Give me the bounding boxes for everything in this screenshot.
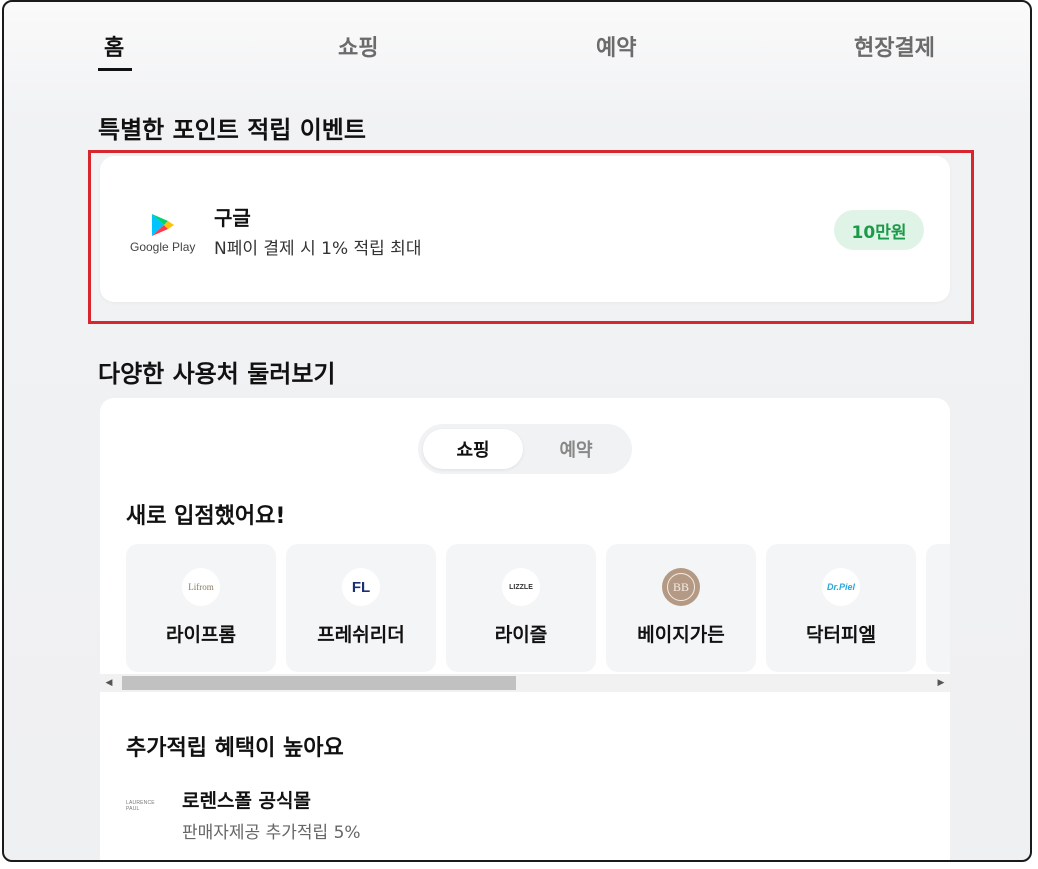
store-name: 베이지가든	[637, 624, 725, 646]
new-stores-title: 새로 입점했어요!	[126, 504, 286, 529]
store-card-partial[interactable]	[926, 544, 950, 672]
store-logo: LIZZLE	[502, 568, 540, 606]
scroll-right-arrow-icon[interactable]: ▶	[932, 674, 950, 692]
top-tabs: 홈 쇼핑 예약 현장결제	[4, 30, 1030, 74]
scroll-left-arrow-icon[interactable]: ◀	[100, 674, 118, 692]
benefit-store-name[interactable]: 로렌스폴 공식몰	[182, 786, 311, 813]
active-tab-indicator	[98, 68, 132, 71]
horizontal-scrollbar[interactable]: ◀ ▶	[100, 674, 950, 692]
highlight-box	[88, 150, 974, 324]
places-panel: 쇼핑 예약 새로 입점했어요! Lifrom 라이프롬 FL 프레쉬리더 LIZ…	[100, 398, 950, 860]
store-name: 라이프롬	[166, 624, 236, 646]
places-section-title: 다양한 사용처 둘러보기	[98, 360, 336, 388]
app-window: 홈 쇼핑 예약 현장결제 특별한 포인트 적립 이벤트 Google Play …	[2, 0, 1032, 862]
store-name: 프레쉬리더	[317, 624, 405, 646]
tab-home[interactable]: 홈	[104, 30, 124, 62]
store-card[interactable]: LIZZLE 라이즐	[446, 544, 596, 672]
segment-reservation[interactable]: 예약	[526, 429, 626, 469]
new-stores-carousel: Lifrom 라이프롬 FL 프레쉬리더 LIZZLE 라이즐 BB 베이지가든…	[126, 544, 950, 674]
scrollbar-thumb[interactable]	[122, 676, 516, 690]
tab-shopping[interactable]: 쇼핑	[338, 30, 378, 62]
laurence-paul-logo: LAURENCE PAUL	[126, 800, 155, 812]
store-card[interactable]: Dr.Piel 닥터피엘	[766, 544, 916, 672]
store-name: 라이즐	[494, 624, 548, 646]
store-logo: FL	[342, 568, 380, 606]
store-card[interactable]: BB 베이지가든	[606, 544, 756, 672]
segment-shopping[interactable]: 쇼핑	[423, 429, 523, 469]
store-card[interactable]: FL 프레쉬리더	[286, 544, 436, 672]
store-logo: Dr.Piel	[822, 568, 860, 606]
store-logo: BB	[662, 568, 700, 606]
benefit-description: 판매자제공 추가적립 5%	[182, 823, 361, 843]
benefit-title: 추가적립 혜택이 높아요	[126, 736, 344, 761]
tab-onsite-payment[interactable]: 현장결제	[854, 30, 935, 62]
event-section-title: 특별한 포인트 적립 이벤트	[98, 116, 366, 144]
store-logo: Lifrom	[182, 568, 220, 606]
store-card[interactable]: Lifrom 라이프롬	[126, 544, 276, 672]
store-name: 닥터피엘	[806, 624, 876, 646]
category-segmented-control: 쇼핑 예약	[418, 424, 632, 474]
tab-reservation[interactable]: 예약	[596, 30, 636, 62]
